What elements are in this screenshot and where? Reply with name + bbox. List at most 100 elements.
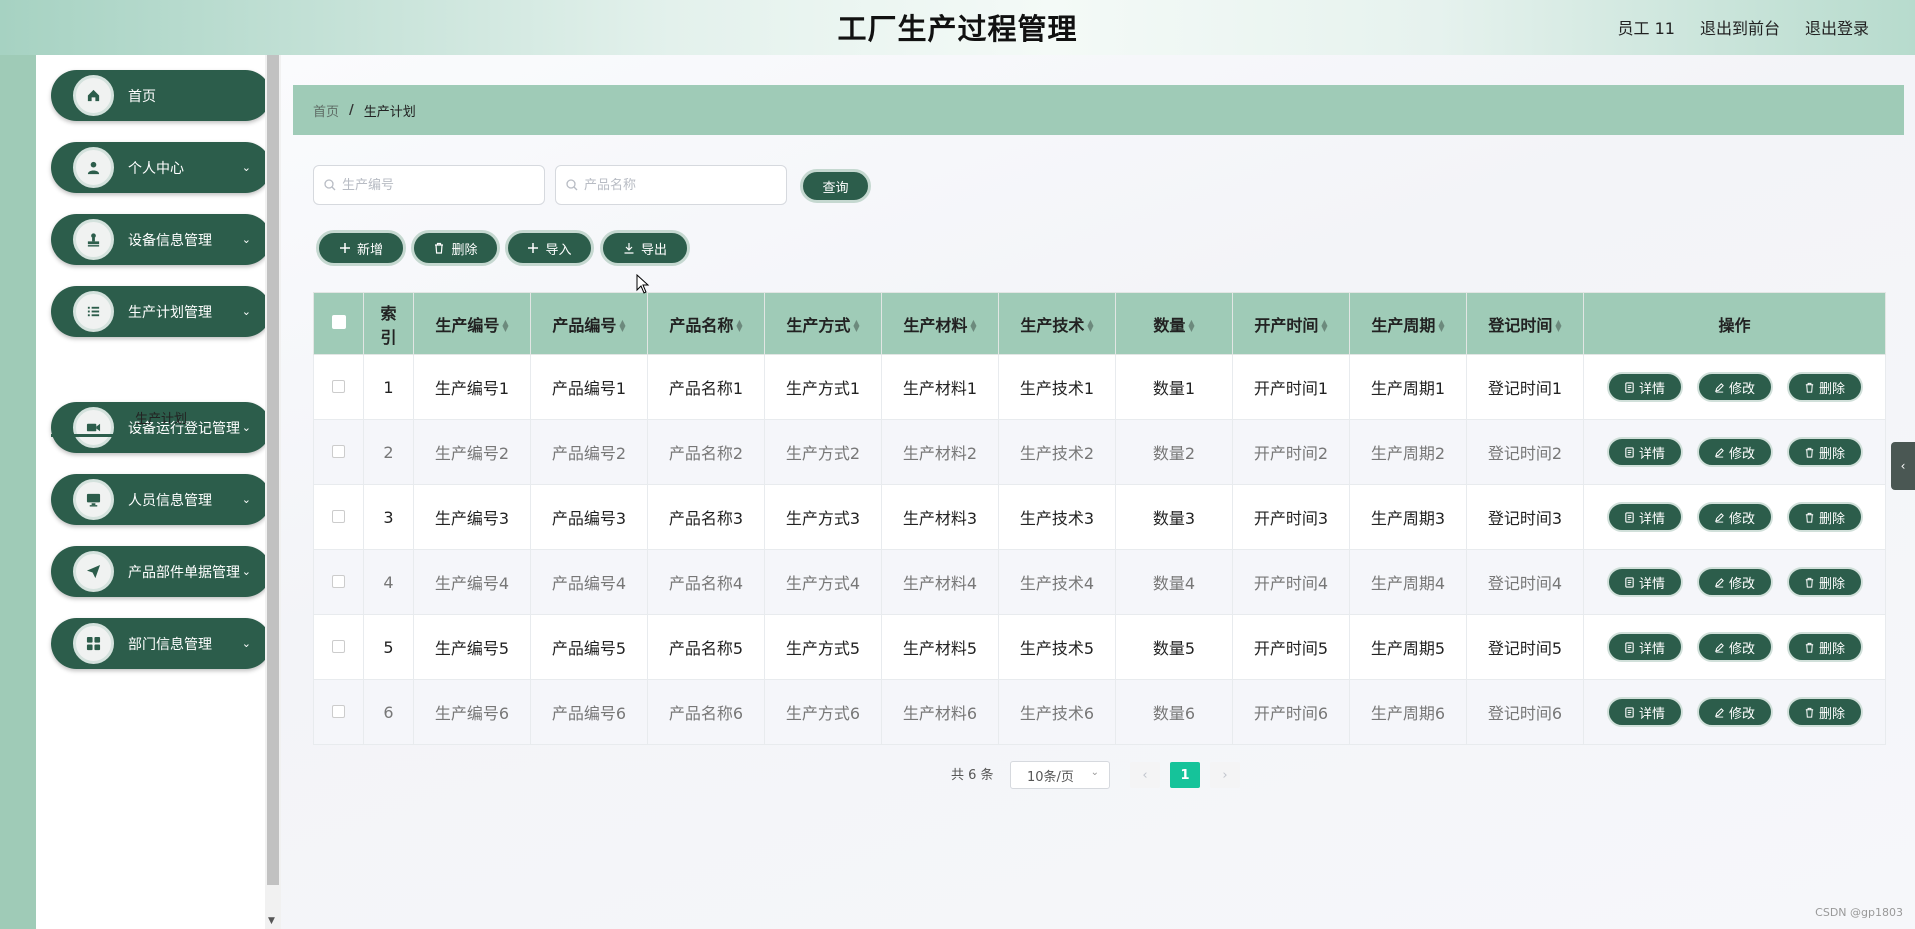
select-all-cell[interactable] — [313, 292, 364, 355]
table-cell: 数量1 — [1115, 354, 1233, 420]
row-select-cell[interactable] — [313, 549, 364, 615]
row-checkbox[interactable] — [332, 379, 345, 393]
row-delete-button[interactable]: 删除 — [1786, 372, 1863, 402]
row-select-cell[interactable] — [313, 614, 364, 680]
collapse-panel-tab[interactable]: ‹ — [1891, 442, 1915, 490]
row-checkbox[interactable] — [332, 574, 345, 588]
row-select-cell[interactable] — [313, 419, 364, 485]
column-header[interactable]: 生产编号 ▲ ▼ — [413, 292, 531, 355]
column-header[interactable]: 产品名称 ▲ ▼ — [647, 292, 765, 355]
column-header[interactable]: 数量 ▲ ▼ — [1115, 292, 1233, 355]
sidebar-item[interactable]: 部门信息管理 ⌄ — [51, 618, 271, 669]
table-row[interactable]: 3 生产编号3 产品编号3 产品名称3 生产方式3 生产材料3 生产技术3 数量3 开产时间3 生… — [313, 484, 1886, 550]
page-size-select[interactable]: 10条/页 ⌄ — [1010, 761, 1110, 789]
front-link[interactable]: 退出到前台 — [1700, 15, 1780, 39]
search-production-no[interactable] — [313, 165, 545, 205]
query-button[interactable]: 查询 — [800, 169, 871, 203]
table-cell: 产品名称1 — [647, 354, 765, 420]
column-header[interactable]: 开产时间 ▲ ▼ — [1232, 292, 1350, 355]
sort-icon: ▲ ▼ — [1555, 318, 1562, 333]
row-detail-button[interactable]: 详情 — [1606, 372, 1683, 402]
sidebar-item[interactable]: 人员信息管理 ⌄ — [51, 474, 271, 525]
select-all-checkbox[interactable] — [331, 315, 346, 329]
column-header[interactable]: 生产技术 ▲ ▼ — [998, 292, 1116, 355]
row-delete-button[interactable]: 删除 — [1786, 567, 1863, 597]
row-edit-button[interactable]: 修改 — [1696, 632, 1773, 662]
row-checkbox[interactable] — [332, 704, 345, 718]
sidebar-scrollbar[interactable]: ▼ — [265, 55, 281, 929]
scroll-down-arrow-icon[interactable]: ▼ — [268, 916, 275, 926]
watermark: CSDN @gp1803 — [1815, 906, 1903, 919]
row-select-cell[interactable] — [313, 679, 364, 745]
import-button[interactable]: 导入 — [505, 230, 594, 266]
chevron-down-icon: ⌄ — [241, 161, 251, 174]
row-select-cell[interactable] — [313, 354, 364, 420]
column-header[interactable]: 生产方式 ▲ ▼ — [764, 292, 882, 355]
export-button[interactable]: 导出 — [600, 230, 690, 266]
search-product-name[interactable] — [555, 165, 787, 205]
row-detail-button[interactable]: 详情 — [1606, 567, 1683, 597]
prev-page-button[interactable]: ‹ — [1130, 762, 1160, 788]
row-detail-button[interactable]: 详情 — [1606, 437, 1683, 467]
row-delete-button[interactable]: 删除 — [1786, 437, 1863, 467]
main-content: 首页 / 生产计划 查询 新增 删除 导入 导出 — [281, 55, 1915, 929]
row-checkbox[interactable] — [332, 509, 345, 523]
table-cell: 产品编号4 — [530, 549, 648, 615]
row-edit-button[interactable]: 修改 — [1696, 502, 1773, 532]
sidebar-scrollbar-thumb[interactable] — [267, 55, 279, 885]
sidebar-item[interactable]: 产品部件单据管理 ⌄ — [51, 546, 271, 597]
column-header[interactable]: 生产材料 ▲ ▼ — [881, 292, 999, 355]
table-cell: 6 — [363, 679, 414, 745]
row-detail-button[interactable]: 详情 — [1606, 697, 1683, 727]
breadcrumb-home[interactable]: 首页 — [313, 101, 339, 120]
production-no-input[interactable] — [342, 177, 532, 193]
user-name[interactable]: 员工 11 — [1618, 15, 1675, 39]
batch-delete-button[interactable]: 删除 — [411, 230, 500, 266]
row-detail-button[interactable]: 详情 — [1606, 502, 1683, 532]
sort-icon: ▲ ▼ — [1188, 318, 1195, 333]
submenu-item-production-plan[interactable]: 生产计划 — [51, 401, 271, 437]
row-delete-button[interactable]: 删除 — [1786, 502, 1863, 532]
table-cell: 登记时间4 — [1466, 549, 1584, 615]
add-button[interactable]: 新增 — [316, 230, 406, 266]
row-delete-button[interactable]: 删除 — [1786, 632, 1863, 662]
row-edit-button[interactable]: 修改 — [1696, 437, 1773, 467]
table-cell: 生产技术6 — [998, 679, 1116, 745]
column-header[interactable]: 登记时间 ▲ ▼ — [1466, 292, 1584, 355]
sidebar: 首页 个人中心 ⌄ 设备信息管理 ⌄ 生产计划管理 ⌄ 设备运行登记管理 ⌄ 人员信息管理 ⌄ 产品部… — [36, 55, 271, 929]
trash-icon — [1805, 707, 1814, 718]
sidebar-item[interactable]: 设备信息管理 ⌄ — [51, 214, 271, 265]
table-cell: 生产材料2 — [881, 419, 999, 485]
table-row[interactable]: 4 生产编号4 产品编号4 产品名称4 生产方式4 生产材料4 生产技术4 数量4 开产时间4 生… — [313, 549, 1886, 615]
product-name-input[interactable] — [584, 177, 774, 193]
sort-icon: ▲ ▼ — [853, 318, 860, 333]
chevron-down-icon: ⌄ — [1090, 767, 1099, 778]
row-detail-button[interactable]: 详情 — [1606, 632, 1683, 662]
grid-icon — [73, 623, 114, 664]
sidebar-item[interactable]: 首页 — [51, 70, 271, 121]
row-select-cell[interactable] — [313, 484, 364, 550]
sort-icon: ▲ ▼ — [1321, 318, 1328, 333]
table-row[interactable]: 6 生产编号6 产品编号6 产品名称6 生产方式6 生产材料6 生产技术6 数量6 开产时间6 生… — [313, 679, 1886, 745]
table-row[interactable]: 1 生产编号1 产品编号1 产品名称1 生产方式1 生产材料1 生产技术1 数量1 开产时间1 生… — [313, 354, 1886, 420]
next-page-button[interactable]: › — [1210, 762, 1240, 788]
document-icon — [1625, 511, 1634, 523]
table-cell: 登记时间1 — [1466, 354, 1584, 420]
row-edit-button[interactable]: 修改 — [1696, 697, 1773, 727]
table-row[interactable]: 5 生产编号5 产品编号5 产品名称5 生产方式5 生产材料5 生产技术5 数量5 开产时间5 生… — [313, 614, 1886, 680]
sidebar-item[interactable]: 个人中心 ⌄ — [51, 142, 271, 193]
row-edit-button[interactable]: 修改 — [1696, 372, 1773, 402]
row-checkbox[interactable] — [332, 444, 345, 458]
table-cell: 生产周期4 — [1349, 549, 1467, 615]
row-delete-button[interactable]: 删除 — [1786, 697, 1863, 727]
table-row[interactable]: 2 生产编号2 产品编号2 产品名称2 生产方式2 生产材料2 生产技术2 数量2 开产时间2 生… — [313, 419, 1886, 485]
column-header[interactable]: 产品编号 ▲ ▼ — [530, 292, 648, 355]
logout-link[interactable]: 退出登录 — [1805, 15, 1869, 39]
page-number-current[interactable]: 1 — [1170, 762, 1200, 788]
row-edit-button[interactable]: 修改 — [1696, 567, 1773, 597]
column-header[interactable]: 生产周期 ▲ ▼ — [1349, 292, 1467, 355]
row-checkbox[interactable] — [332, 639, 345, 653]
sidebar-item[interactable]: 生产计划管理 ⌄ — [51, 286, 271, 337]
table-cell: 生产周期6 — [1349, 679, 1467, 745]
table-cell: 产品编号5 — [530, 614, 648, 680]
